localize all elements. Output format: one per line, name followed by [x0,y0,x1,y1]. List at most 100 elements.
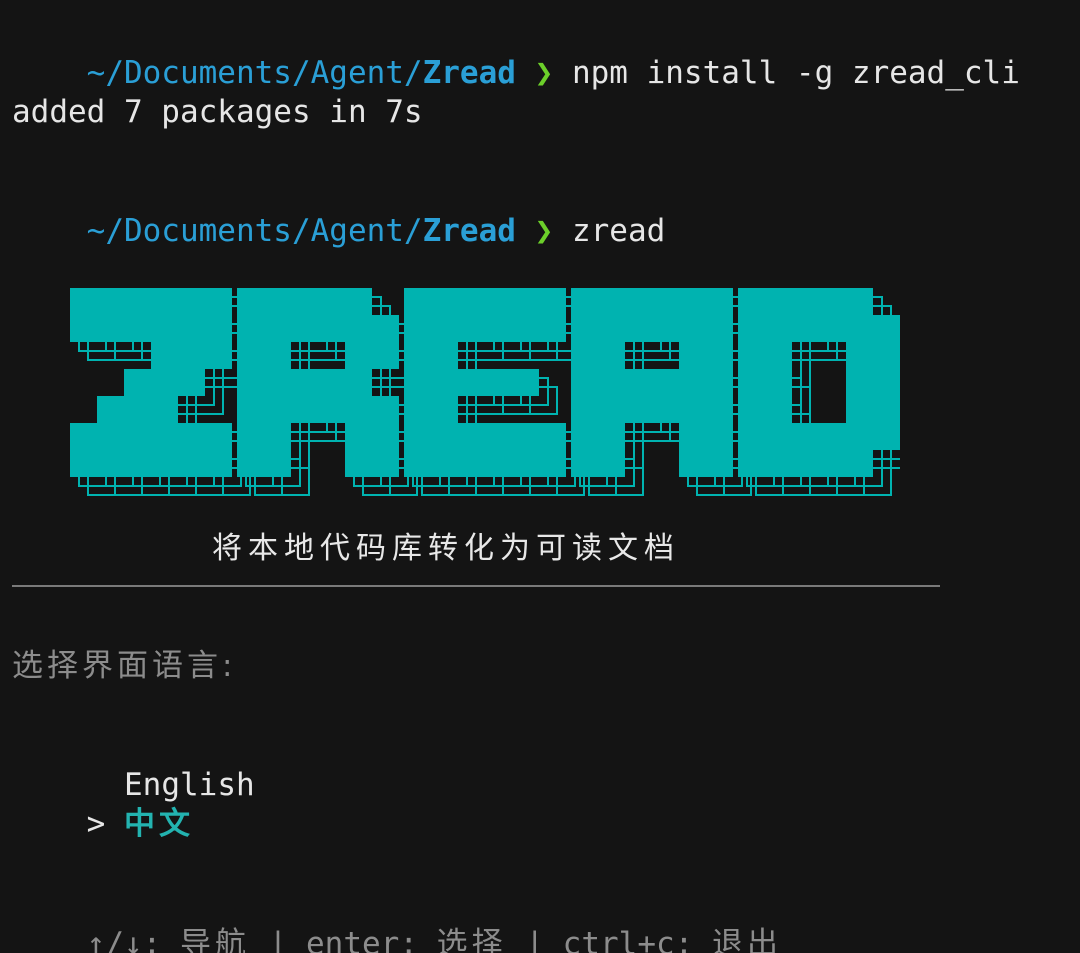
zread-logo [70,288,900,496]
logo-block [345,315,372,342]
logo-block [873,369,900,396]
logo-block [151,342,178,369]
logo-block [846,450,873,477]
logo-block [846,396,873,423]
logo-block [846,342,873,369]
logo-block [792,288,819,315]
logo-block [264,450,291,477]
logo-block [598,396,625,423]
selection-cursor: > [86,806,106,842]
logo-block [372,423,399,450]
logo-block [571,342,598,369]
logo-block [264,288,291,315]
logo-block [237,315,264,342]
logo-block [264,315,291,342]
logo-block [652,288,679,315]
logo-block [873,423,900,450]
logo-block [625,288,652,315]
logo-block [345,423,372,450]
logo-block [873,315,900,342]
logo-block [765,288,792,315]
logo-block [124,450,151,477]
terminal-line-1: ~/Documents/Agent/Zread ❯ npm install -g… [12,13,1020,91]
help-separator: | [268,926,288,953]
logo-block [237,396,264,423]
logo-block [70,450,97,477]
logo-block [151,450,178,477]
logo-block [97,423,124,450]
logo-block [431,288,458,315]
logo-block [652,315,679,342]
logo-block [706,396,733,423]
logo-block [539,315,566,342]
logo-block [706,315,733,342]
logo-block [178,369,205,396]
logo-block [819,450,846,477]
logo-block [598,315,625,342]
logo-block [404,342,431,369]
logo-block [598,450,625,477]
logo-block [765,423,792,450]
logo-block [571,423,598,450]
logo-block [765,342,792,369]
logo-block [571,369,598,396]
prompt-arrow-icon: ❯ [534,55,554,91]
logo-block [404,450,431,477]
logo-block [679,396,706,423]
logo-block [679,315,706,342]
logo-block [237,369,264,396]
language-option-english[interactable]: > English [12,725,255,803]
logo-block [539,288,566,315]
language-option-chinese[interactable]: > 中文 [12,764,194,842]
logo-block [178,423,205,450]
logo-block [372,342,399,369]
logo-block [318,396,345,423]
logo-block [598,342,625,369]
logo-block [345,342,372,369]
logo-block [458,369,485,396]
logo-block [291,315,318,342]
logo-block [846,369,873,396]
logo-block [679,423,706,450]
logo-block [372,396,399,423]
logo-block [485,315,512,342]
logo-block [151,396,178,423]
help-nav-key: ↑/↓: [86,926,162,953]
logo-block [345,396,372,423]
prompt-path: ~/Documents/Agent/ [86,213,423,249]
logo-block [512,423,539,450]
logo-block [738,423,765,450]
logo-block [598,369,625,396]
logo-block [571,396,598,423]
logo-block [431,450,458,477]
logo-block [404,369,431,396]
logo-block [291,396,318,423]
logo-block [97,288,124,315]
logo-block [431,423,458,450]
logo-block [97,450,124,477]
logo-block [512,315,539,342]
logo-block [706,450,733,477]
logo-block [205,342,232,369]
logo-block [792,450,819,477]
logo-block [264,423,291,450]
logo-block [765,396,792,423]
logo-block [124,423,151,450]
logo-block [458,288,485,315]
logo-block [512,450,539,477]
logo-block [431,315,458,342]
logo-block [151,288,178,315]
logo-block [485,423,512,450]
logo-block [819,315,846,342]
logo-block [178,450,205,477]
logo-block [485,369,512,396]
logo-block [264,342,291,369]
prompt-dir: Zread [422,55,516,91]
prompt-arrow-icon: ❯ [534,213,554,249]
logo-block [512,369,539,396]
logo-block [372,315,399,342]
logo-block [873,396,900,423]
logo-block [404,315,431,342]
logo-block [539,423,566,450]
logo-block [819,423,846,450]
